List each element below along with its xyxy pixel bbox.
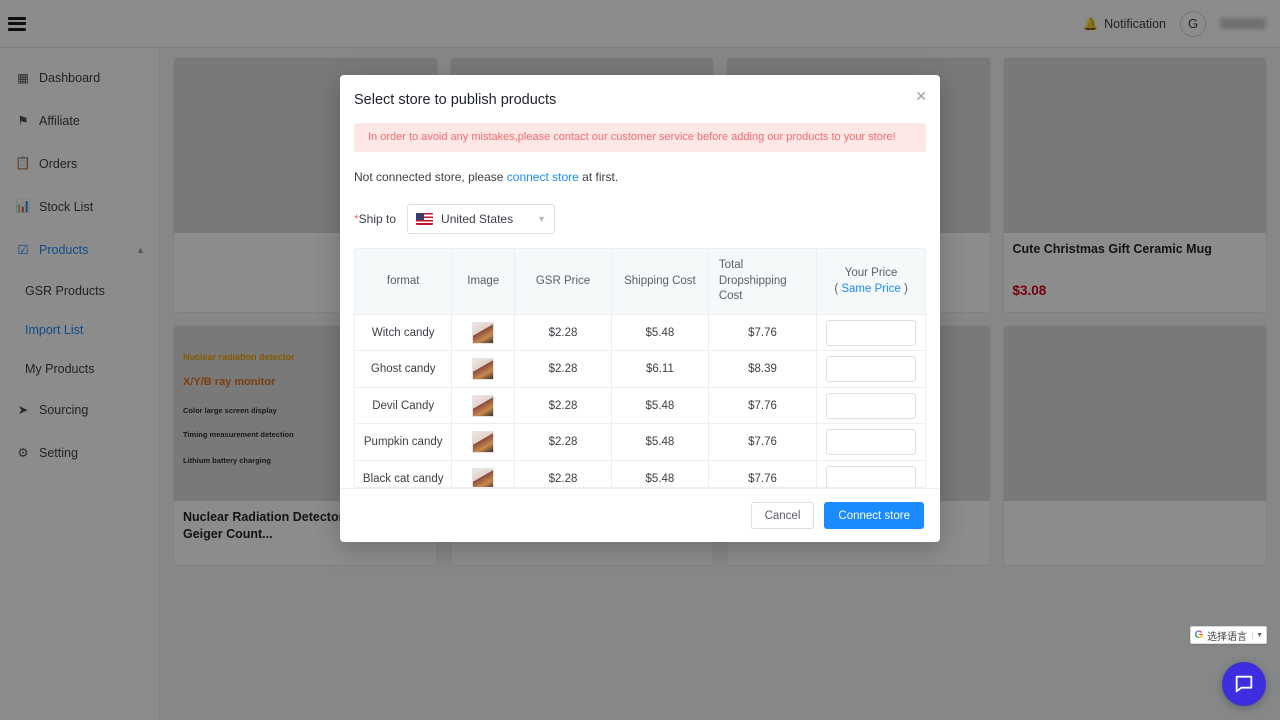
table-body: Witch candy $2.28 $5.48 $7.76 Ghost cand… bbox=[355, 313, 925, 488]
cell-format: Witch candy bbox=[355, 313, 453, 351]
us-flag-icon bbox=[416, 213, 434, 226]
cell-format: Devil Candy bbox=[355, 386, 453, 424]
ship-to-select[interactable]: United States ▼ bbox=[407, 204, 556, 235]
cell-image bbox=[451, 350, 516, 388]
cell-total-cost: $7.76 bbox=[708, 386, 818, 424]
cell-image bbox=[451, 313, 516, 351]
cell-gsr-price: $2.28 bbox=[514, 350, 612, 388]
pricing-table-wrapper: format Image GSR Price Shipping Cost Tot… bbox=[354, 248, 926, 488]
column-header-shipping-cost: Shipping Cost bbox=[611, 249, 709, 315]
your-price-input[interactable] bbox=[826, 465, 917, 488]
cell-total-cost: $7.76 bbox=[708, 459, 818, 488]
cell-image bbox=[451, 423, 516, 461]
table-row: Devil Candy $2.28 $5.48 $7.76 bbox=[355, 386, 925, 424]
modal-title: Select store to publish products bbox=[354, 92, 557, 108]
chevron-down-icon[interactable]: ▼ bbox=[1252, 631, 1266, 639]
cell-format: Pumpkin candy bbox=[355, 423, 453, 461]
your-price-input[interactable] bbox=[826, 429, 917, 456]
close-icon[interactable]: ✕ bbox=[915, 89, 927, 103]
cell-shipping-cost: $6.11 bbox=[611, 350, 709, 388]
ship-to-value: United States bbox=[441, 212, 514, 227]
google-logo-icon: G bbox=[1191, 629, 1208, 641]
cell-your-price bbox=[816, 313, 925, 351]
connect-store-button[interactable]: Connect store bbox=[824, 502, 924, 529]
product-thumbnail[interactable] bbox=[472, 467, 495, 488]
table-row: Witch candy $2.28 $5.48 $7.76 bbox=[355, 313, 925, 351]
connect-store-link[interactable]: connect store bbox=[507, 170, 579, 184]
cell-shipping-cost: $5.48 bbox=[611, 459, 709, 488]
column-header-gsr-price: GSR Price bbox=[514, 249, 612, 315]
google-translate-widget[interactable]: G 选择语言 ▼ bbox=[1189, 626, 1267, 644]
ship-to-text: Ship to bbox=[358, 212, 397, 227]
cell-image bbox=[451, 386, 516, 424]
modal-footer: Cancel Connect store bbox=[340, 488, 940, 542]
column-header-total-cost: Total Dropshipping Cost bbox=[708, 249, 818, 315]
table-row: Pumpkin candy $2.28 $5.48 $7.76 bbox=[355, 423, 925, 461]
pricing-table: format Image GSR Price Shipping Cost Tot… bbox=[355, 249, 925, 488]
ship-to-label: *Ship to bbox=[354, 212, 396, 226]
cell-gsr-price: $2.28 bbox=[514, 313, 612, 351]
your-price-input[interactable] bbox=[826, 319, 917, 346]
cell-gsr-price: $2.28 bbox=[514, 423, 612, 461]
cell-gsr-price: $2.28 bbox=[514, 459, 612, 488]
cell-total-cost: $7.76 bbox=[708, 313, 818, 351]
column-header-image: Image bbox=[451, 249, 516, 315]
not-connected-note: Not connected store, please connect stor… bbox=[354, 170, 926, 184]
same-price-row: ( Same Price ) bbox=[823, 282, 919, 298]
table-row: Black cat candy $2.28 $5.48 $7.76 bbox=[355, 459, 925, 488]
table-header-row: format Image GSR Price Shipping Cost Tot… bbox=[355, 249, 925, 315]
column-header-format: format bbox=[355, 249, 453, 315]
cancel-button[interactable]: Cancel bbox=[750, 502, 815, 529]
translate-label: 选择语言 bbox=[1207, 631, 1248, 643]
publish-store-modal: Select store to publish products ✕ In or… bbox=[340, 75, 940, 542]
warning-banner: In order to avoid any mistakes,please co… bbox=[354, 123, 926, 153]
cell-gsr-price: $2.28 bbox=[514, 386, 612, 424]
modal-header: Select store to publish products ✕ bbox=[340, 75, 940, 108]
cell-shipping-cost: $5.48 bbox=[611, 386, 709, 424]
cell-shipping-cost: $5.48 bbox=[611, 313, 709, 351]
cell-your-price bbox=[816, 386, 925, 424]
your-price-input[interactable] bbox=[826, 356, 917, 383]
chevron-down-icon: ▼ bbox=[537, 214, 547, 225]
note-suffix: at first. bbox=[578, 170, 619, 185]
chat-widget-button[interactable] bbox=[1222, 662, 1266, 706]
cell-your-price bbox=[816, 423, 925, 461]
your-price-title: Your Price bbox=[844, 267, 898, 280]
product-thumbnail[interactable] bbox=[472, 321, 495, 344]
product-thumbnail[interactable] bbox=[472, 394, 495, 417]
paren-close: ) bbox=[900, 282, 908, 295]
cell-image bbox=[451, 459, 516, 488]
table-row: Ghost candy $2.28 $6.11 $8.39 bbox=[355, 350, 925, 388]
ship-to-row: *Ship to United States ▼ bbox=[354, 204, 926, 235]
cell-your-price bbox=[816, 459, 925, 488]
product-thumbnail[interactable] bbox=[472, 431, 495, 454]
cell-total-cost: $8.39 bbox=[708, 350, 818, 388]
your-price-input[interactable] bbox=[826, 392, 917, 419]
same-price-link[interactable]: Same Price bbox=[841, 283, 900, 295]
cell-total-cost: $7.76 bbox=[708, 423, 818, 461]
cell-format: Ghost candy bbox=[355, 350, 453, 388]
cell-format: Black cat candy bbox=[355, 459, 453, 488]
product-thumbnail[interactable] bbox=[472, 358, 495, 381]
cell-shipping-cost: $5.48 bbox=[611, 423, 709, 461]
note-prefix: Not connected store, please bbox=[354, 170, 507, 185]
chat-bubble-icon bbox=[1235, 675, 1253, 693]
cell-your-price bbox=[816, 350, 925, 388]
column-header-your-price: Your Price ( Same Price ) bbox=[816, 249, 925, 315]
